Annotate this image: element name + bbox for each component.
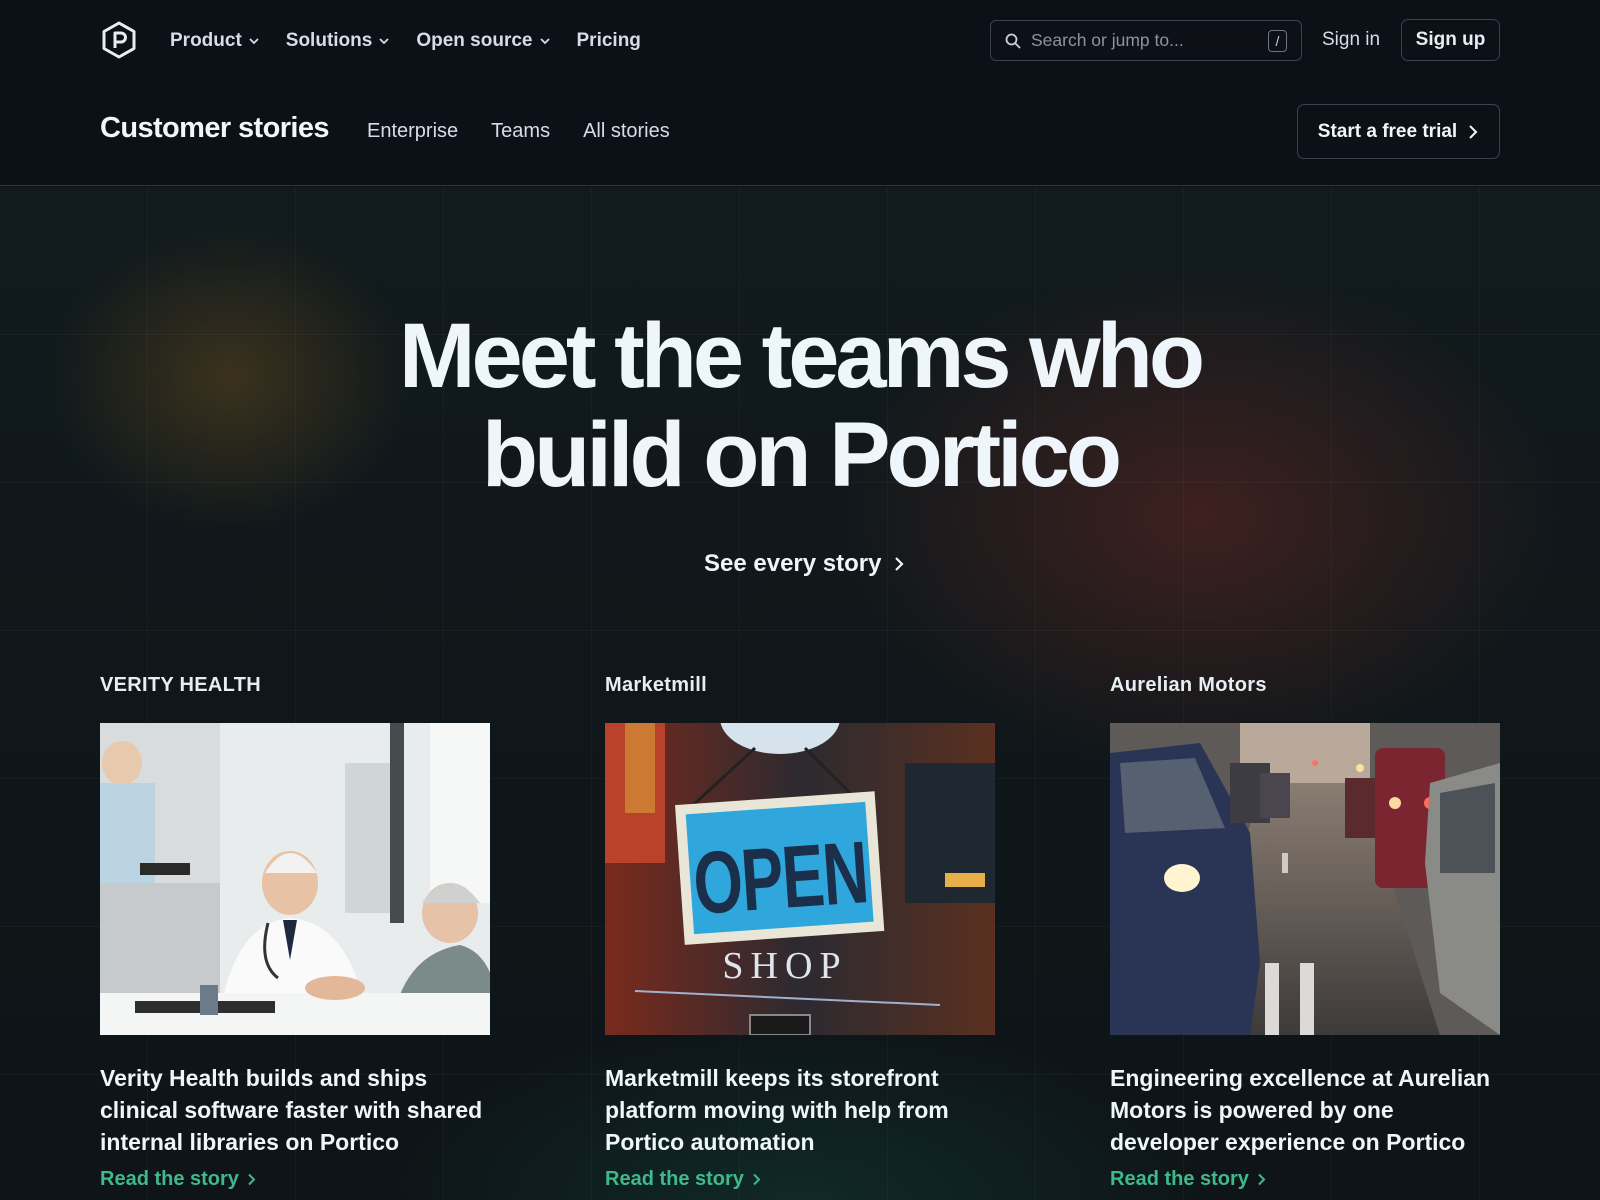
hero-heading-line-2: build on Portico	[481, 404, 1122, 506]
story-card-verity-health: VERITY HEALTH Verity Health builds and s…	[100, 674, 490, 1191]
nav-item-label: Solutions	[285, 30, 373, 51]
story-card-aurelian-motors: Aurelian Motors Engineering excellence a…	[1110, 674, 1500, 1191]
chevron-right-icon	[1258, 1173, 1266, 1186]
chevron-right-icon	[753, 1173, 761, 1186]
start-free-trial-button[interactable]: Start a free trial	[1297, 104, 1500, 159]
story-brand: Aurelian Motors	[1110, 674, 1267, 696]
start-free-trial-label: Start a free trial	[1317, 120, 1458, 142]
nav-item-label: Pricing	[576, 30, 641, 51]
top-navigation: Product Solutions Open source Pricing / …	[0, 0, 1600, 82]
sign-up-button[interactable]: Sign up	[1401, 19, 1500, 61]
read-story-label: Read the story	[1110, 1168, 1249, 1190]
search-input[interactable]	[1031, 30, 1261, 51]
chevron-down-icon	[249, 38, 259, 45]
chevron-down-icon	[539, 38, 550, 45]
read-story-label: Read the story	[605, 1168, 744, 1190]
nav-item-label: Open source	[416, 30, 533, 51]
search-box[interactable]: /	[990, 20, 1302, 61]
nav-item-open-source[interactable]: Open source	[416, 30, 550, 52]
nav-item-label: Product	[170, 30, 242, 51]
see-every-story-label: See every story	[704, 550, 882, 577]
read-story-link[interactable]: Read the story	[1110, 1168, 1500, 1191]
nav-item-pricing[interactable]: Pricing	[577, 30, 641, 52]
search-icon	[1005, 33, 1021, 48]
chevron-right-icon	[895, 557, 905, 571]
doctor-consultation-photo[interactable]	[100, 723, 490, 1035]
read-story-link[interactable]: Read the story	[605, 1168, 995, 1191]
open-sign-text: OPEN	[690, 824, 870, 933]
chevron-right-icon	[248, 1173, 256, 1186]
subnav-link-teams[interactable]: Teams	[491, 120, 550, 143]
subnav-links: Enterprise Teams All stories	[367, 120, 670, 143]
nav-item-product[interactable]: Product	[170, 30, 260, 52]
read-story-label: Read the story	[100, 1168, 239, 1190]
hero-heading-line-1: Meet the teams who	[398, 305, 1205, 407]
hero-heading: Meet the teams who build on Portico	[0, 307, 1600, 505]
traffic-cars-photo[interactable]	[1110, 723, 1500, 1035]
story-headline[interactable]: Marketmill keeps its storefront platform…	[605, 1062, 995, 1158]
story-brand: Marketmill	[605, 674, 707, 696]
story-card-marketmill: Marketmill OPEN SHOP Marketmill keeps it…	[605, 674, 995, 1191]
subnav-link-enterprise[interactable]: Enterprise	[367, 120, 458, 143]
read-story-link[interactable]: Read the story	[100, 1168, 490, 1191]
open-shop-sign-photo[interactable]: OPEN SHOP	[605, 723, 995, 1035]
nav-item-solutions[interactable]: Solutions	[286, 30, 391, 52]
story-brand: VERITY HEALTH	[100, 674, 261, 696]
portico-logo-icon[interactable]	[100, 20, 138, 60]
story-headline[interactable]: Verity Health builds and ships clinical …	[100, 1062, 490, 1158]
shop-sign-text: SHOP	[722, 945, 847, 987]
search-shortcut-key: /	[1268, 30, 1287, 52]
sign-in-link[interactable]: Sign in	[1322, 29, 1380, 51]
chevron-right-icon	[1469, 124, 1478, 139]
see-every-story-link[interactable]: See every story	[704, 550, 905, 578]
customer-stories-subnav: Customer stories Enterprise Teams All st…	[0, 82, 1600, 186]
chevron-down-icon	[379, 38, 389, 45]
primary-nav: Product Solutions Open source Pricing	[170, 0, 641, 82]
story-headline[interactable]: Engineering excellence at Aurelian Motor…	[1110, 1062, 1500, 1158]
page-title[interactable]: Customer stories	[100, 112, 330, 145]
hero-section: Meet the teams who build on Portico See …	[0, 187, 1600, 1200]
subnav-link-all-stories[interactable]: All stories	[583, 120, 670, 143]
